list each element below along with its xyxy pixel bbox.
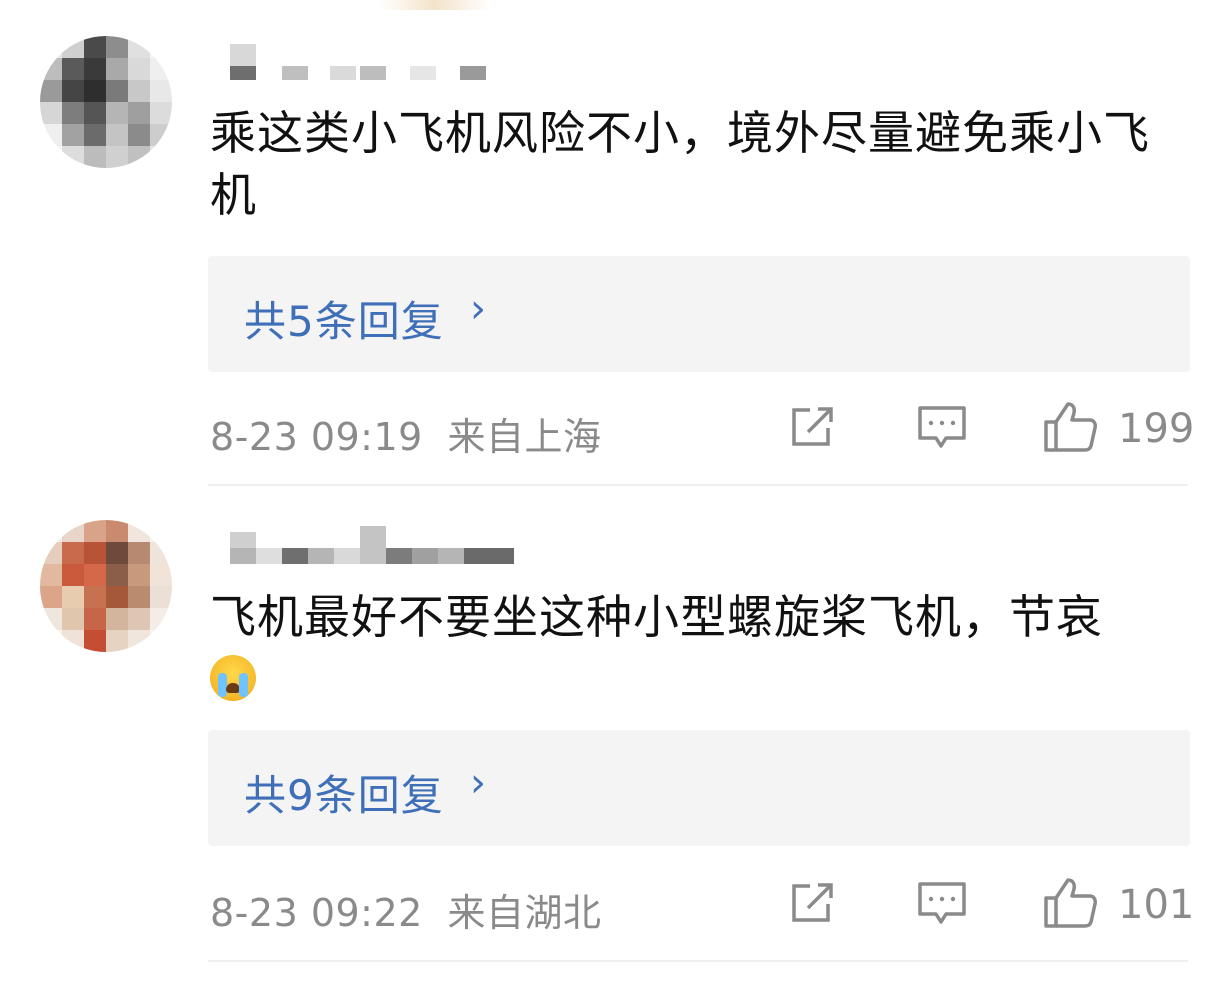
comment-text: 飞机最好不要坐这种小型螺旋桨飞机，节哀 <box>210 586 1190 710</box>
username-blurred[interactable] <box>230 526 514 564</box>
replies-link[interactable]: 共9条回复 <box>244 762 444 823</box>
timestamp: 8-23 09:19 <box>210 415 423 459</box>
comment-icon[interactable] <box>916 880 968 928</box>
avatar[interactable] <box>40 520 172 652</box>
thumbs-up-icon[interactable] <box>1042 876 1098 930</box>
comment-text: 乘这类小飞机风险不小，境外尽量避免乘小飞机 <box>210 106 1150 222</box>
comment-text-body: 飞机最好不要坐这种小型螺旋桨飞机，节哀 <box>210 590 1103 644</box>
location: 来自湖北 <box>447 891 602 935</box>
username-blurred[interactable] <box>230 44 510 80</box>
replies-link[interactable]: 共5条回复 <box>244 288 444 349</box>
chevron-right-icon: › <box>470 286 486 332</box>
divider <box>208 484 1188 486</box>
share-icon[interactable] <box>788 404 838 450</box>
crying-face-emoji <box>210 655 256 701</box>
timestamp: 8-23 09:22 <box>210 891 423 935</box>
location: 来自上海 <box>447 415 602 459</box>
divider <box>208 960 1188 962</box>
share-icon[interactable] <box>788 880 838 926</box>
comment-meta: 8-23 09:22 来自湖北 <box>210 882 601 937</box>
comment-meta: 8-23 09:19 来自上海 <box>210 406 601 461</box>
like-count: 199 <box>1118 406 1195 452</box>
replies-box[interactable]: 共9条回复 › <box>208 730 1190 846</box>
comment-item: 飞机最好不要坐这种小型螺旋桨飞机，节哀 共9条回复 › 8-23 09:22 来… <box>0 490 1228 985</box>
like-count: 101 <box>1118 882 1195 928</box>
avatar[interactable] <box>40 36 172 168</box>
comment-item: 乘这类小飞机风险不小，境外尽量避免乘小飞机 共5条回复 › 8-23 09:19… <box>0 0 1228 490</box>
replies-box[interactable]: 共5条回复 › <box>208 256 1190 372</box>
thumbs-up-icon[interactable] <box>1042 400 1098 454</box>
comment-icon[interactable] <box>916 404 968 452</box>
chevron-right-icon: › <box>470 760 486 806</box>
